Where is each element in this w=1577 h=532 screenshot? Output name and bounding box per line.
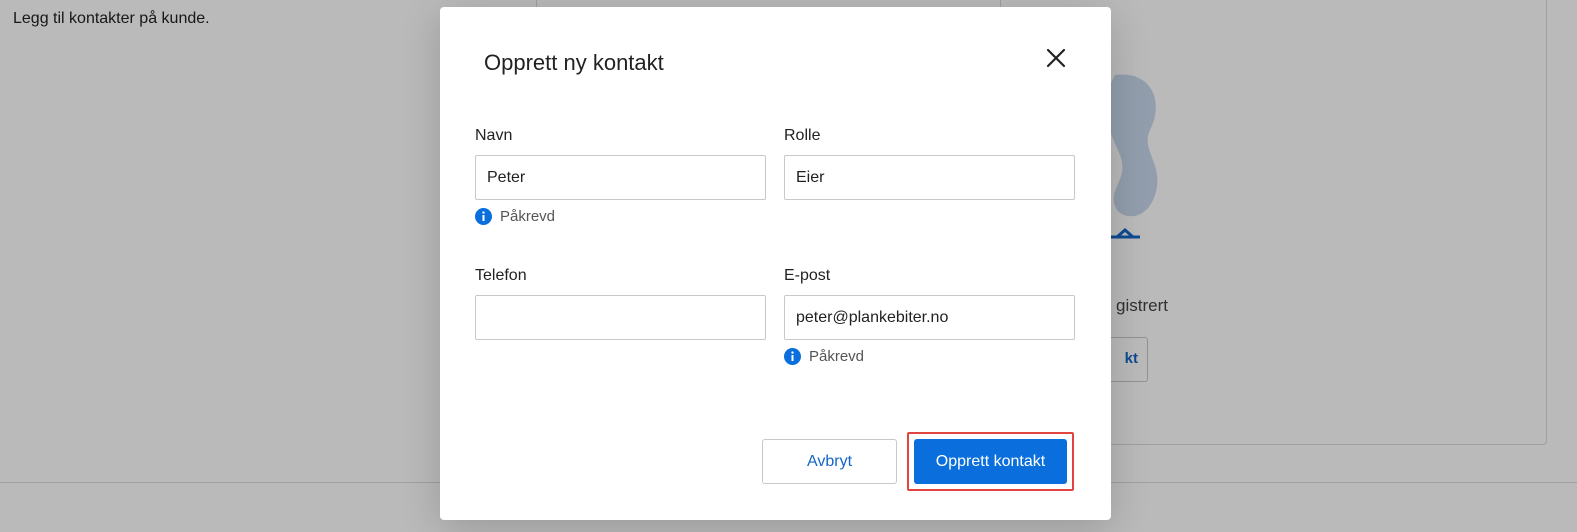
close-button[interactable] (1041, 43, 1071, 73)
close-icon (1046, 48, 1066, 68)
email-helper: Påkrevd (784, 347, 1075, 365)
phone-input[interactable] (475, 295, 766, 340)
cancel-button[interactable]: Avbryt (762, 439, 897, 484)
name-field-group: Navn Påkrevd (475, 126, 766, 225)
name-helper: Påkrevd (475, 207, 766, 225)
email-label: E-post (784, 267, 831, 284)
phone-field-group: Telefon (475, 266, 766, 340)
name-label: Navn (475, 127, 513, 144)
email-field-group: E-post Påkrevd (784, 266, 1075, 365)
info-icon (475, 207, 492, 225)
email-input[interactable] (784, 295, 1075, 340)
name-input[interactable] (475, 155, 766, 200)
role-field-group: Rolle (784, 126, 1075, 200)
create-contact-dialog: Opprett ny kontakt Navn Påkrevd Rolle Te… (440, 7, 1111, 520)
email-helper-text: Påkrevd (809, 347, 865, 365)
role-input[interactable] (784, 155, 1075, 200)
name-helper-text: Påkrevd (500, 207, 556, 225)
info-icon (784, 347, 801, 365)
role-label: Rolle (784, 127, 821, 144)
dialog-title: Opprett ny kontakt (484, 50, 664, 75)
create-contact-button[interactable]: Opprett kontakt (914, 439, 1067, 484)
phone-label: Telefon (475, 267, 527, 284)
